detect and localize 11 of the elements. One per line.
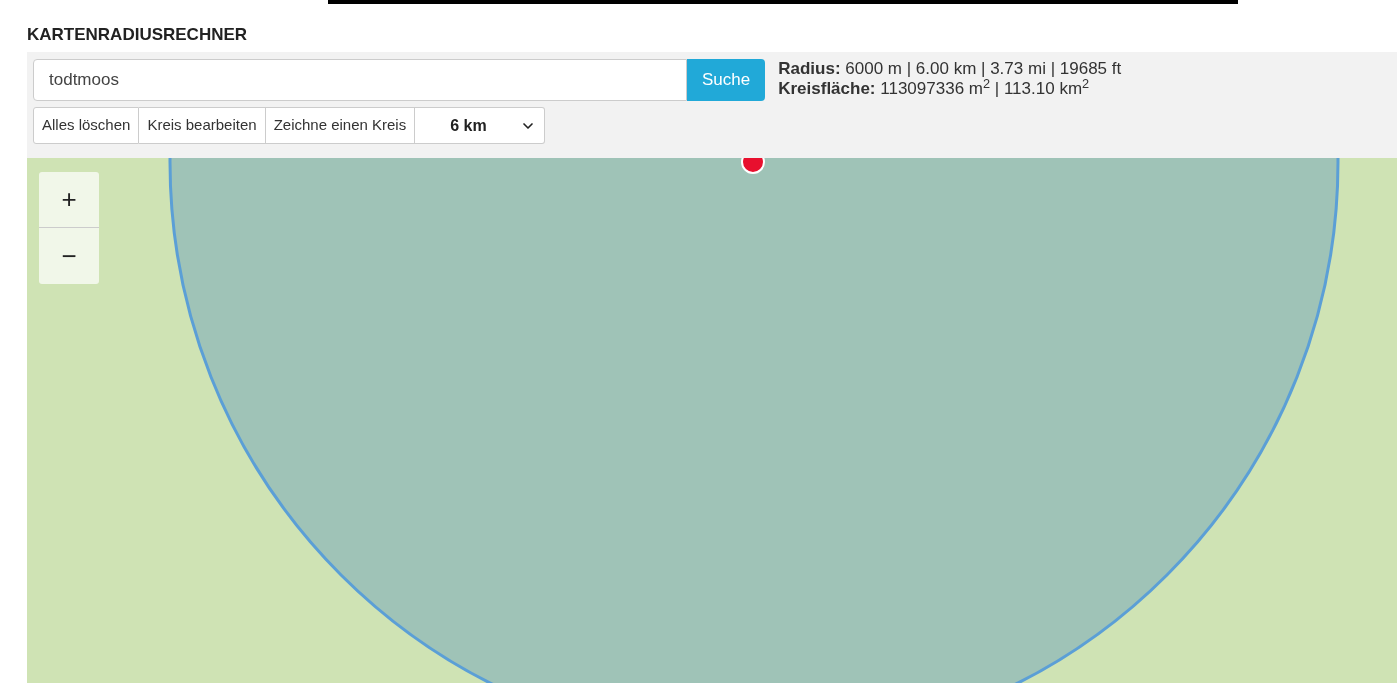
radius-dropdown[interactable]: 6 km	[415, 107, 546, 144]
toolbar-button[interactable]: Kreis bearbeiten	[139, 107, 266, 144]
stats-text: Radius: 6000 m | 6.00 km | 3.73 mi | 19685 ft	[778, 59, 1122, 79]
map-area[interactable]: + −	[27, 158, 1397, 683]
stats-text: Kreisfläche: 113097336 m$^{2}$ | 113.10 km$^{2}$	[778, 79, 1091, 99]
zoom-out-button[interactable]: −	[39, 228, 99, 284]
zoom-in-button[interactable]: +	[39, 172, 99, 228]
toolbar-button[interactable]: Zeichne einen Kreis	[265, 107, 416, 144]
page-title: KARTENRADIUSRECHNER	[27, 24, 248, 46]
toolbar-button[interactable]: Alles löschen	[33, 107, 140, 144]
search-field[interactable]: todtmoos	[33, 59, 687, 101]
